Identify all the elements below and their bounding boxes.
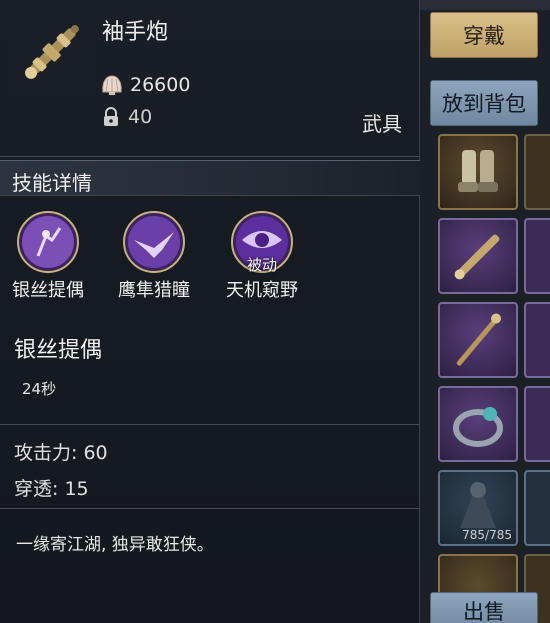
shell-currency-icon [102, 75, 122, 95]
skill-section-title: 技能详情 [12, 171, 92, 195]
inventory-slot-edge[interactable] [524, 218, 550, 294]
lock-value: 40 [128, 106, 153, 128]
skill-slot-falcon[interactable]: 鹰隼猎瞳 [106, 210, 202, 302]
inventory-slot-edge[interactable] [524, 386, 550, 462]
attack-attribute: 攻击力: 60 [14, 442, 108, 464]
inventory-slot[interactable] [438, 134, 518, 210]
sell-button[interactable]: 出售 [430, 592, 538, 623]
flavor-text: 一缘寄江湖, 独异敢狂侠。 [16, 535, 214, 555]
inventory-slot[interactable] [438, 218, 518, 294]
skill-slot-puppet[interactable]: 银丝提偶 [0, 210, 96, 302]
falcon-skill-icon [123, 211, 185, 273]
stats-divider [0, 424, 420, 425]
slot-durability: 785/785 [462, 528, 512, 542]
inventory-slot-edge[interactable] [524, 470, 550, 546]
cannon-item-icon [454, 234, 500, 280]
inventory-slot[interactable]: 785/785 [438, 470, 518, 546]
item-name: 袖手炮 [102, 20, 169, 45]
move-to-bag-button[interactable]: 放到背包 [430, 80, 538, 126]
ring-item-icon [453, 407, 503, 447]
item-detail-panel: 袖手炮 26600 40 武具 技能详情 银丝提偶 鹰隼猎瞳 被动 天机窥野 银… [0, 0, 420, 623]
penetration-attribute: 穿透: 15 [14, 478, 89, 500]
selected-skill-cooldown: 24秒 [22, 380, 57, 398]
selected-skill-name: 银丝提偶 [14, 338, 103, 363]
inventory-slot[interactable] [438, 386, 518, 462]
inventory-column: 穿戴 放到背包 785/785 出售 [420, 0, 550, 623]
skill-label-eye: 天机窥野 [226, 280, 298, 301]
description-divider [0, 508, 420, 509]
puppet-skill-icon [17, 211, 79, 273]
inventory-slot-edge[interactable] [524, 302, 550, 378]
sleeve-cannon-item-icon [10, 8, 96, 94]
price-value: 26600 [130, 74, 191, 96]
skill-label-puppet: 银丝提偶 [12, 280, 84, 301]
header-divider [0, 156, 420, 157]
equip-button[interactable]: 穿戴 [430, 12, 538, 58]
inventory-top-strip [420, 0, 550, 10]
lock-icon [104, 107, 118, 126]
skill-section-header: 技能详情 [0, 160, 420, 196]
passive-tag: 被动 [246, 256, 277, 274]
skill-label-falcon: 鹰隼猎瞳 [118, 280, 190, 301]
staff-item-icon [456, 313, 501, 366]
price-row: 26600 [100, 74, 190, 96]
boots-item-icon [458, 150, 498, 192]
skill-slot-eye[interactable]: 被动 天机窥野 [214, 210, 310, 302]
inventory-slot-edge[interactable] [524, 134, 550, 210]
item-type: 武具 [362, 112, 402, 136]
lock-row: 40 [100, 106, 152, 128]
inventory-slot[interactable] [438, 302, 518, 378]
